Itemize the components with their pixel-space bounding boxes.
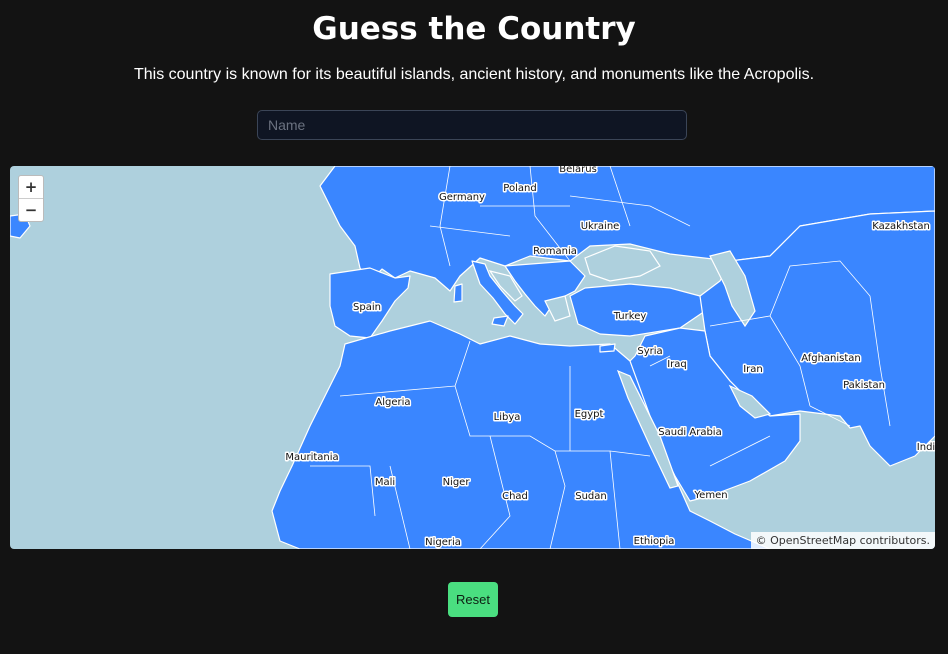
country-label: Germany: [439, 192, 485, 203]
country-label: Afghanistan: [801, 353, 861, 364]
aegean: [544, 295, 571, 322]
country-label: Niger: [443, 477, 471, 488]
country-label: Turkey: [613, 311, 647, 322]
map-attribution[interactable]: © OpenStreetMap contributors.: [750, 532, 935, 549]
zoom-control: + −: [18, 175, 44, 222]
country-label: Libya: [494, 412, 521, 423]
country-label: Ethiopia: [634, 536, 675, 547]
reset-button[interactable]: Reset: [448, 582, 498, 617]
country-hint: This country is known for its beautiful …: [133, 66, 815, 83]
page-title: Guess the Country: [312, 11, 636, 47]
country-label: Belarus: [559, 166, 597, 175]
country-label: Mali: [375, 477, 395, 488]
country-label: Syria: [637, 346, 662, 357]
country-label: Mauritania: [285, 452, 338, 463]
country-label: Egypt: [575, 409, 604, 420]
country-label: Pakistan: [843, 380, 885, 391]
country-label: Saudi Arabia: [658, 427, 721, 438]
country-label: Nigeria: [425, 537, 461, 548]
zoom-in-button[interactable]: +: [19, 176, 43, 199]
country-label: Spain: [353, 302, 381, 313]
country-label: Kazakhstan: [872, 221, 930, 232]
land-sicily: [491, 315, 509, 327]
land-sardinia: [453, 283, 463, 303]
land-cyprus: [599, 343, 616, 353]
country-label: Chad: [502, 491, 528, 502]
country-label: Sudan: [575, 491, 607, 502]
country-label: Indi: [917, 442, 935, 453]
country-label: Romania: [533, 246, 577, 257]
country-label: Iraq: [667, 359, 687, 370]
zoom-out-button[interactable]: −: [19, 199, 43, 221]
country-label: Poland: [503, 183, 536, 194]
map-canvas[interactable]: Belarus Poland Germany Ukraine Kazakhsta…: [10, 166, 935, 549]
map-view[interactable]: Belarus Poland Germany Ukraine Kazakhsta…: [10, 166, 935, 549]
country-label: Yemen: [693, 490, 727, 501]
country-label: Ukraine: [581, 221, 620, 232]
black-sea: [584, 245, 661, 282]
country-label: Algeria: [375, 397, 410, 408]
country-name-input[interactable]: [257, 110, 687, 140]
country-label: Iran: [743, 364, 763, 375]
